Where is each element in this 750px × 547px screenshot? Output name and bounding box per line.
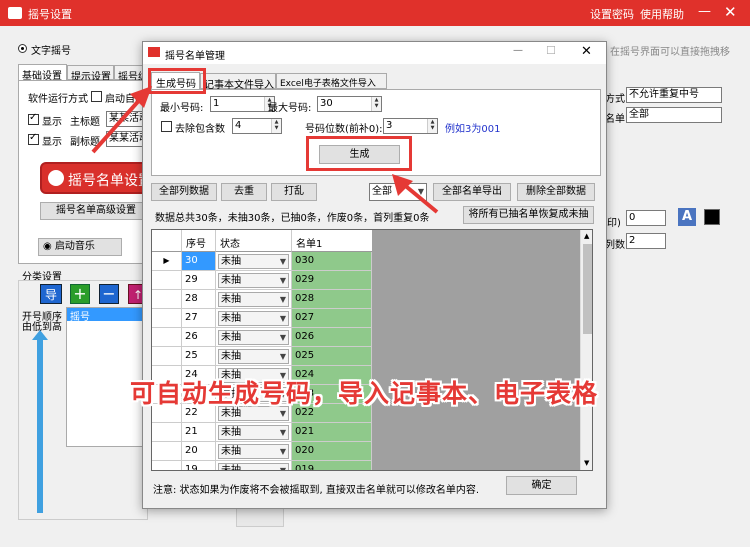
overlay-caption: 可自动生成号码，导入记事本、电子表格 (130, 379, 599, 408)
annotation-arrow-to-tab (91, 94, 145, 154)
annotation-arrow-to-generate (400, 181, 439, 214)
annotation-arrows (91, 86, 439, 214)
annotation-arrowhead (392, 174, 413, 196)
